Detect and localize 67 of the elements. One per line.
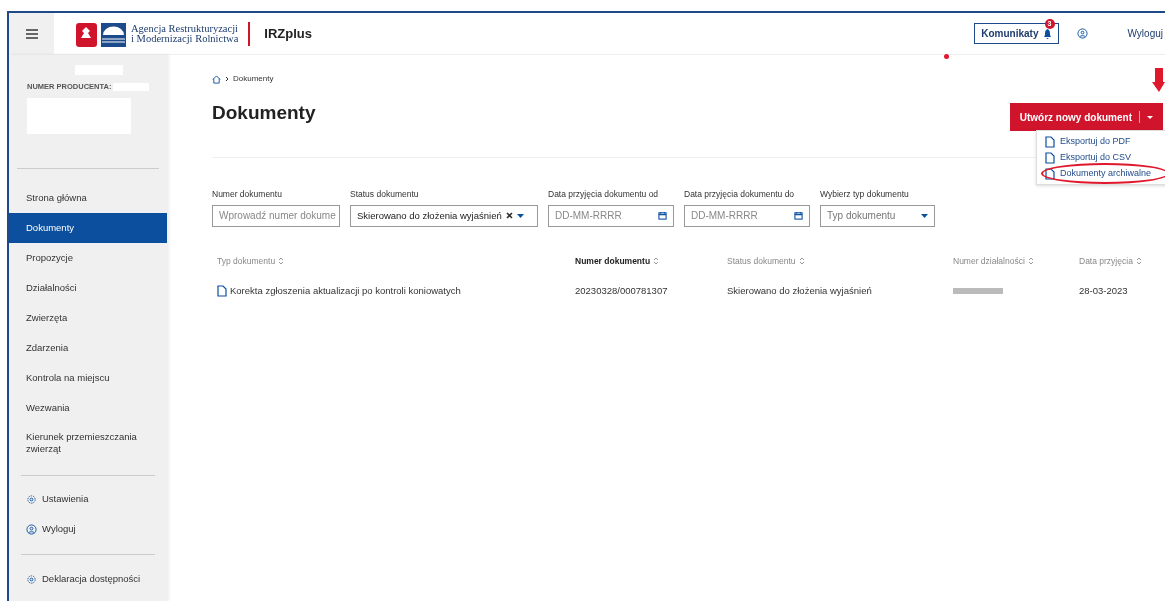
agency-name: i Modernizacji Rolnictwa xyxy=(131,33,239,44)
document-icon xyxy=(217,284,227,297)
menu-item[interactable]: Dokumenty archiwalne xyxy=(1045,167,1165,180)
caret-icon xyxy=(1147,115,1153,119)
filter-label: Data przyjęcia dokumentu od xyxy=(548,188,660,201)
sidebar-link[interactable]: Deklaracja dostępności xyxy=(9,567,167,591)
user-icon xyxy=(26,523,37,535)
create-document-button[interactable]: Utwórz nowy dokument xyxy=(1009,103,1163,131)
sidebar-item[interactable]: Kontrola na miejscu xyxy=(9,363,167,393)
sidebar-item[interactable]: Zwierzęta xyxy=(9,303,167,333)
gear-icon xyxy=(26,493,37,505)
column-header[interactable]: Typ dokumentu xyxy=(217,254,276,268)
sidebar-item[interactable]: Propozycje xyxy=(9,243,167,273)
menu-icon[interactable] xyxy=(25,28,38,39)
caret-icon xyxy=(921,213,928,218)
clear-icon[interactable] xyxy=(505,212,513,220)
annotation-arrow xyxy=(1151,68,1165,92)
sort-icon[interactable] xyxy=(1135,256,1142,267)
caret-icon xyxy=(516,213,524,218)
page-title: Dokumenty xyxy=(212,100,316,125)
column-header[interactable]: Status dokumentu xyxy=(727,254,796,268)
sidebar-item[interactable]: Działalności xyxy=(9,273,167,303)
logout-link[interactable]: Wyloguj xyxy=(1127,26,1165,41)
calendar-icon[interactable] xyxy=(794,211,803,221)
sort-icon[interactable] xyxy=(1027,256,1034,267)
date-field[interactable]: DD-MM-RRRR xyxy=(684,204,810,227)
document-type-dropdown[interactable]: Typ dokumentu xyxy=(820,204,935,227)
sidebar-item[interactable]: Dokumenty xyxy=(9,213,167,243)
document-icon xyxy=(1045,151,1055,164)
date-field[interactable]: DD-MM-RRRR xyxy=(548,204,674,227)
table-cell-text: 28-03-2023 xyxy=(1079,283,1129,298)
table-cell-text: 20230328/000781307 xyxy=(575,283,669,298)
user-icon xyxy=(1076,28,1088,39)
table-cell-text: Skierowano do złożenia wyjaśnień xyxy=(727,283,873,298)
column-header[interactable]: Numer działalności xyxy=(953,254,1025,268)
menu-item[interactable]: Eksportuj do CSV xyxy=(1045,151,1165,164)
blurred-text xyxy=(953,287,1003,294)
document-icon xyxy=(1045,135,1055,148)
column-header[interactable]: Data przyjęcia xyxy=(1079,254,1133,268)
agency-name: Agencja Restrukturyzacji xyxy=(131,23,239,34)
calendar-icon[interactable] xyxy=(658,211,667,221)
filter-label: Status dokumentu xyxy=(350,188,420,201)
sort-icon[interactable] xyxy=(653,256,660,267)
sort-icon[interactable] xyxy=(278,256,285,267)
sidebar-item[interactable]: Strona główna xyxy=(9,183,167,213)
table-cell[interactable]: Korekta zgłoszenia aktualizacji po kontroli koniowatych xyxy=(230,283,461,298)
column-header[interactable]: Numer dokumentu xyxy=(575,254,651,268)
document-icon xyxy=(1045,167,1055,180)
sidebar-item[interactable]: Kierunek przemieszczania zwierząt xyxy=(9,423,167,463)
sidebar-link[interactable]: Ustawienia xyxy=(9,484,167,514)
menu-item[interactable]: Eksportuj do PDF xyxy=(1045,135,1165,148)
gear-icon xyxy=(26,573,37,585)
filter-label: Wybierz typ dokumentu xyxy=(820,188,910,201)
bell-icon xyxy=(1042,28,1052,39)
sort-icon[interactable] xyxy=(798,256,805,267)
filter-label: Data przyjęcia dokumentu do xyxy=(684,188,796,201)
logo-drawing xyxy=(76,20,126,47)
filter-label: Numer dokumentu xyxy=(212,188,283,201)
breadcrumb-link[interactable]: Dokumenty xyxy=(233,73,274,85)
home-icon[interactable] xyxy=(212,74,221,84)
status-select[interactable]: Skierowano do złożenia wyjaśnień xyxy=(350,204,538,227)
app-name: IRZplus xyxy=(264,24,312,43)
chevron-icon xyxy=(225,76,229,82)
sidebar-link[interactable]: Wyloguj xyxy=(9,514,167,544)
document-number-field[interactable]: Wprowadź numer dokume xyxy=(212,204,340,227)
sidebar-item[interactable]: Wezwania xyxy=(9,393,167,423)
sidebar-item[interactable]: Zdarzenia xyxy=(9,333,167,363)
